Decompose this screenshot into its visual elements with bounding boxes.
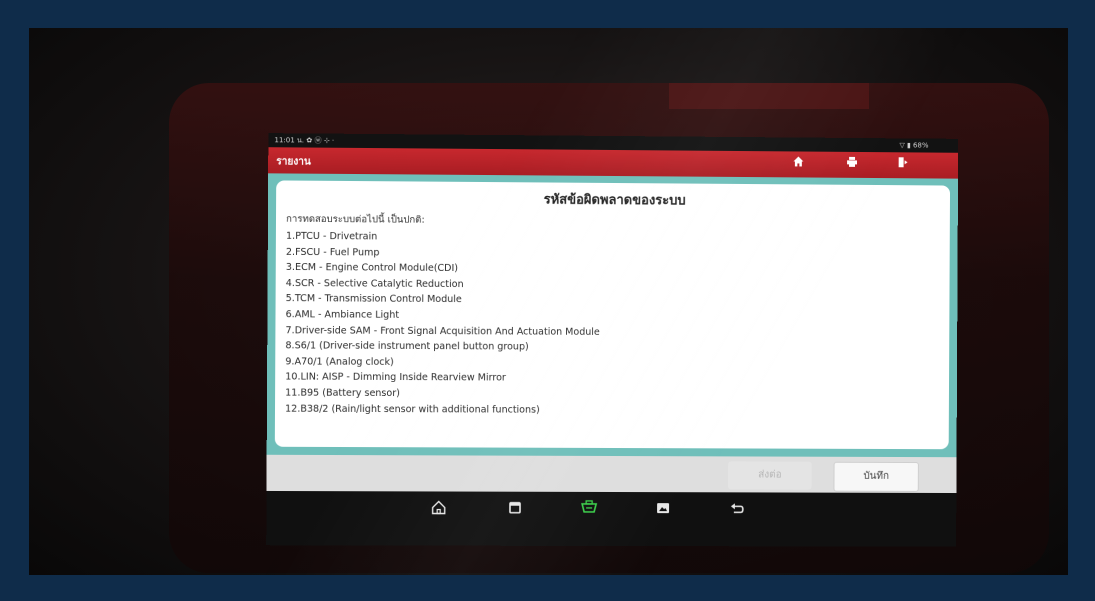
recent-apps-icon[interactable] — [504, 500, 526, 522]
save-button[interactable]: บันทึก — [833, 461, 919, 492]
photo-frame: 11:01 น. ✿ ⓦ ⊹ · ▽ ▮ 68% รายงาน รหัสข้อผ… — [29, 28, 1068, 575]
status-wifi-battery: ▽ ▮ 68% — [899, 141, 929, 150]
diagnostic-connector-icon[interactable] — [578, 500, 600, 522]
title-bar: รายงาน — [268, 147, 959, 179]
report-heading: รหัสข้อผิดพลาดของระบบ — [543, 192, 686, 209]
android-nav-bar — [266, 490, 957, 531]
report-item: 12.B38/2 (Rain/light sensor with additio… — [285, 403, 540, 416]
send-button[interactable]: ส่งต่อ — [728, 461, 812, 490]
page-title: รายงาน — [276, 156, 311, 168]
report-list: 1.PTCU - Drivetrain 2.FSCU - Fuel Pump 3… — [285, 229, 940, 420]
report-panel: รหัสข้อผิดพลาดของระบบ การทดสอบระบบต่อไปน… — [274, 180, 951, 450]
action-footer: ส่งต่อ บันทึก — [266, 454, 957, 494]
report-panel-border: รหัสข้อผิดพลาดของระบบ การทดสอบระบบต่อไปน… — [266, 173, 959, 458]
tablet-screen: 11:01 น. ✿ ⓦ ⊹ · ▽ ▮ 68% รายงาน รหัสข้อผ… — [266, 133, 959, 547]
print-icon[interactable] — [843, 156, 861, 174]
home-outline-icon[interactable] — [428, 499, 450, 521]
brand-plate — [669, 83, 869, 109]
report-intro: การทดสอบระบบต่อไปนี้ เป็นปกติ: — [286, 213, 425, 226]
status-time-and-indicators: 11:01 น. ✿ ⓦ ⊹ · — [274, 136, 335, 145]
screenshot-icon[interactable] — [652, 500, 674, 522]
home-icon[interactable] — [789, 155, 807, 173]
back-icon[interactable] — [726, 500, 748, 522]
exit-icon[interactable] — [895, 156, 913, 174]
